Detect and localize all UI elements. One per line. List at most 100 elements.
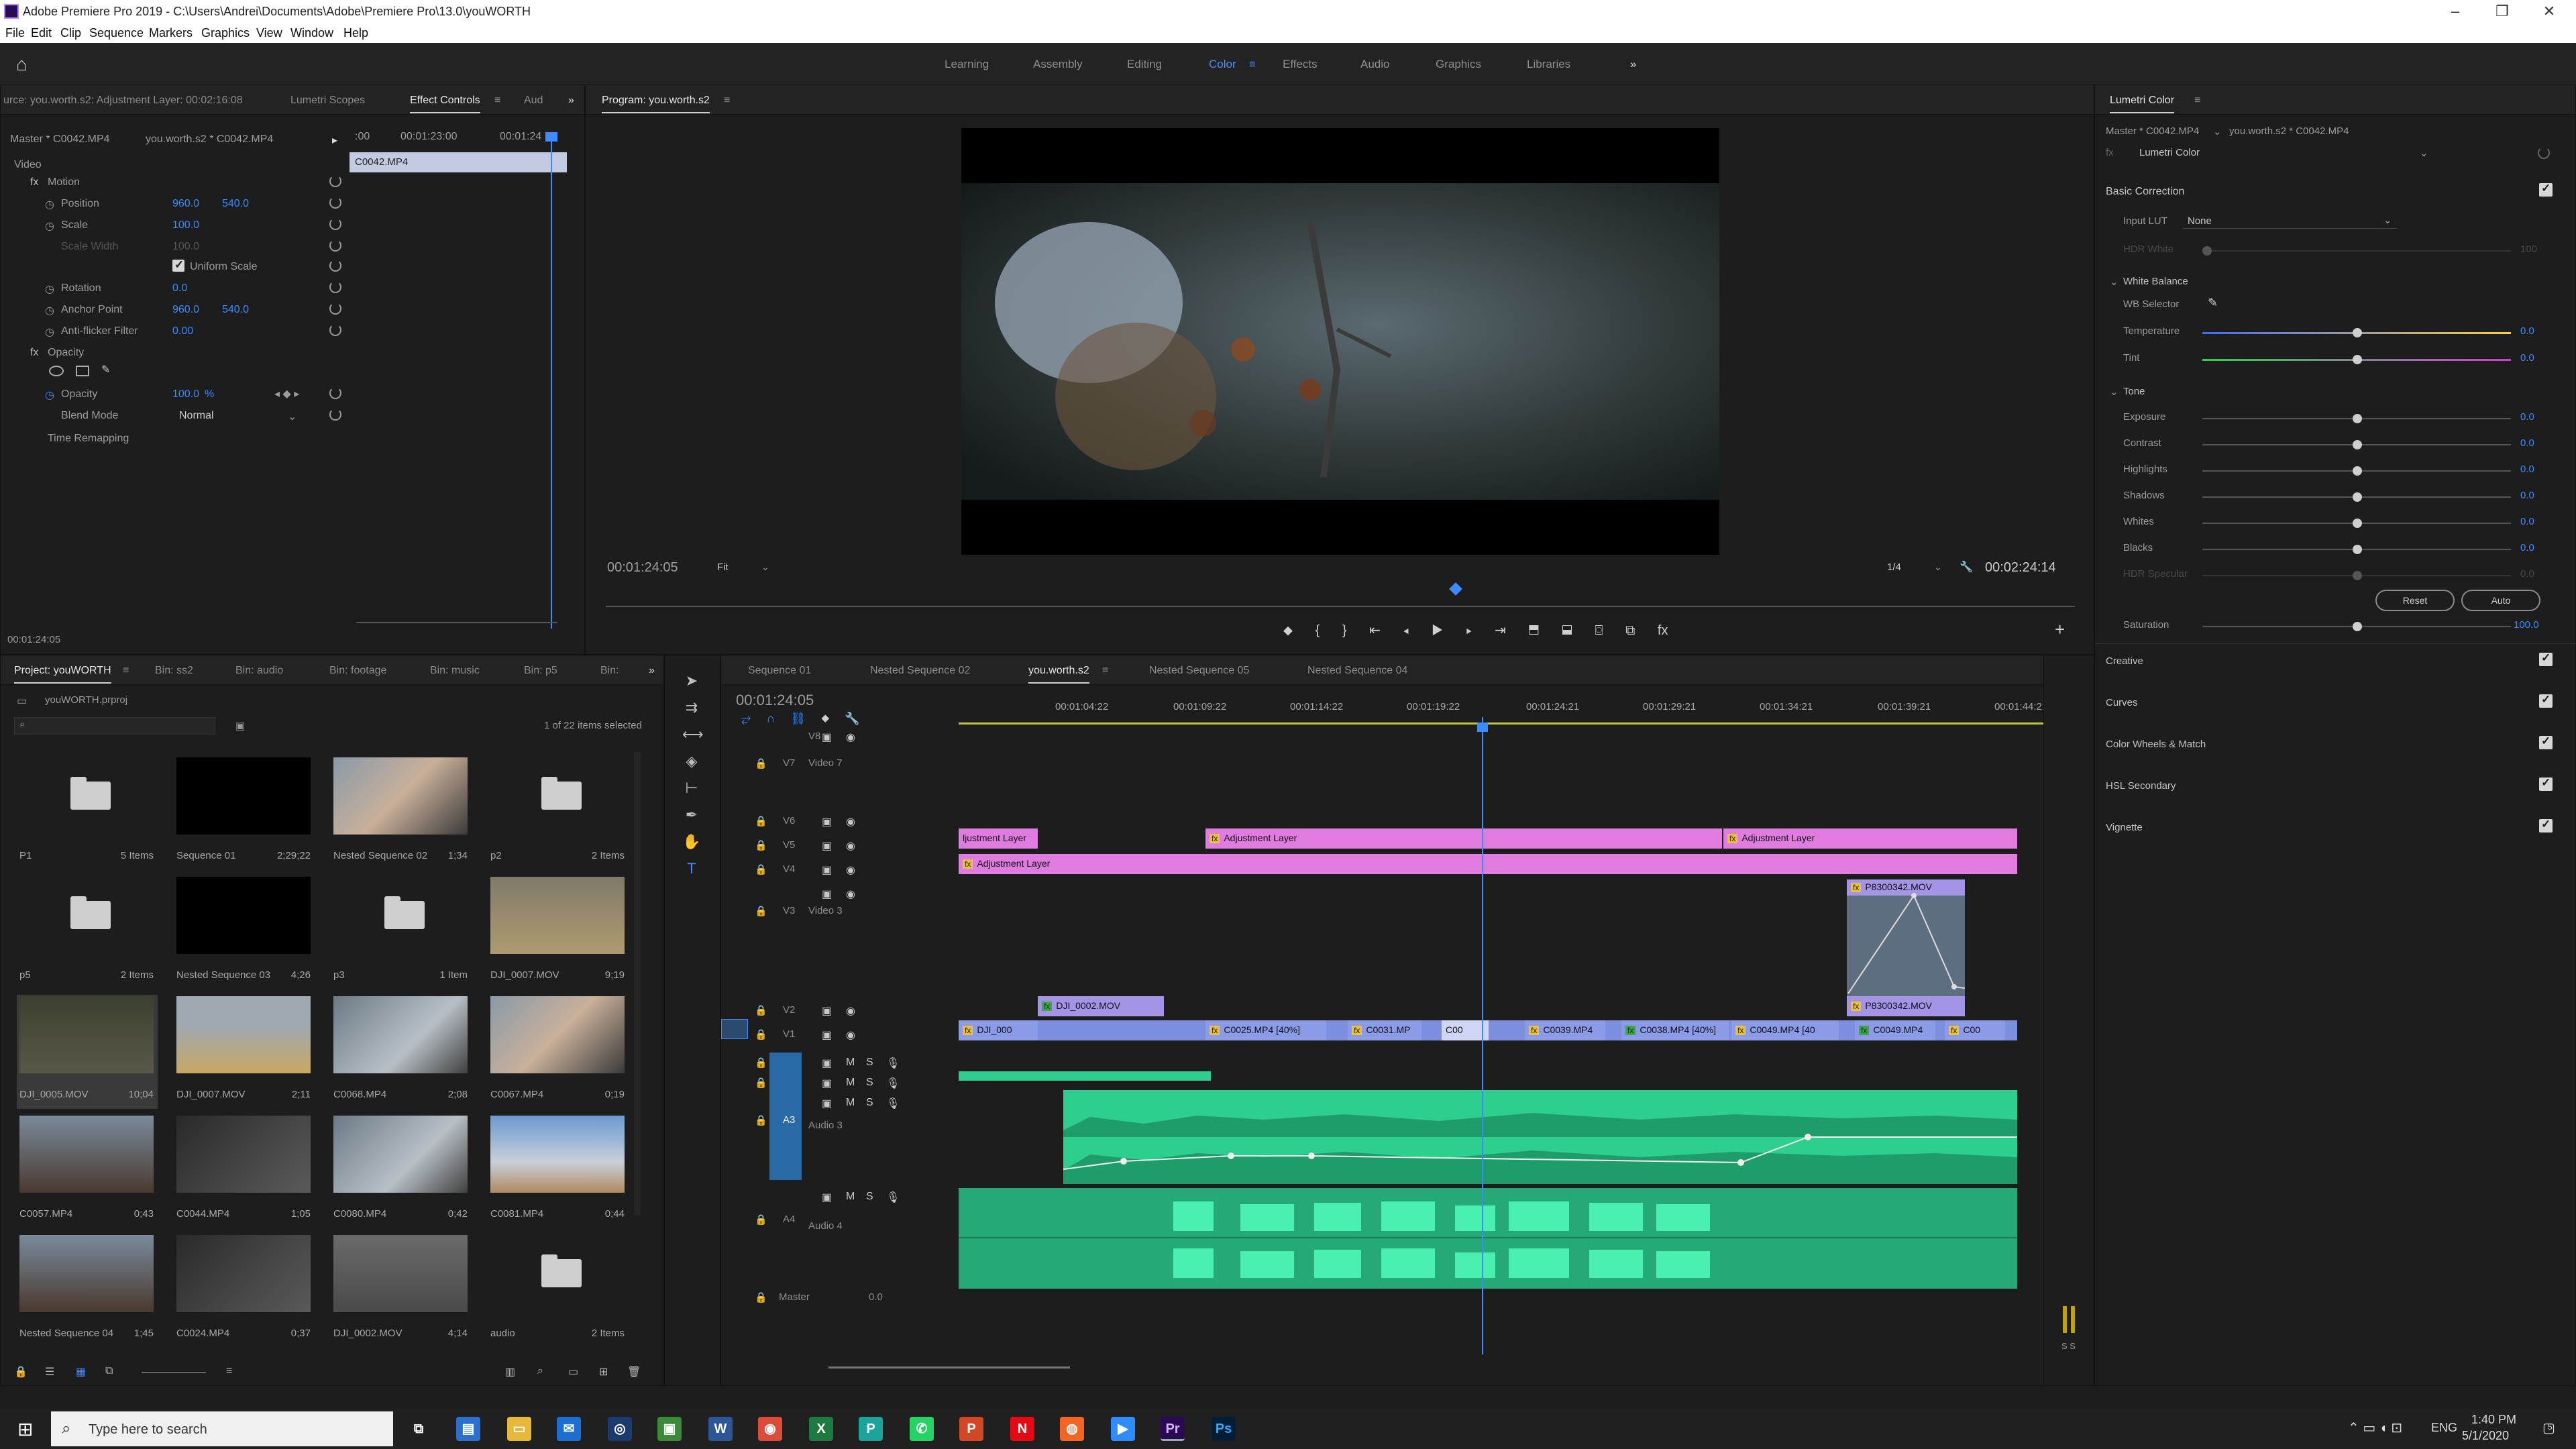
windows-start-icon[interactable]: ⊞ [17, 1418, 33, 1440]
publisher-icon[interactable]: P [859, 1417, 883, 1441]
add-button-icon[interactable]: + [2055, 619, 2065, 640]
input-lut-select[interactable]: None ⌄ [2182, 213, 2397, 229]
reset-icon[interactable] [329, 387, 341, 399]
tab-lumetri-scopes[interactable]: Lumetri Scopes [290, 95, 365, 107]
color-wheels-header[interactable]: Color Wheels & Match [2106, 739, 2206, 750]
panel-more-icon[interactable]: » [568, 95, 574, 107]
premiere-taskbar-icon[interactable]: Pr [1161, 1417, 1185, 1441]
audio-clip-a3[interactable] [1063, 1090, 2017, 1184]
workspace-assembly[interactable]: Assembly [1033, 58, 1083, 71]
store-icon[interactable]: ▤ [456, 1417, 480, 1441]
clip-v1[interactable]: fx C0049.MP4 [40 [1731, 1020, 1839, 1040]
rotation-value[interactable]: 0.0 [172, 282, 187, 294]
project-item[interactable]: Nested Sequence 02 1;34 [331, 756, 472, 870]
selection-tool-icon[interactable]: ➤ [682, 672, 701, 690]
close-button[interactable]: ✕ [2529, 1, 2569, 21]
list-view-icon[interactable]: ☰ [45, 1365, 54, 1379]
master-clip-label[interactable]: Master * C0042.MP4 [10, 133, 110, 146]
keyframe-nav-icon[interactable]: ◂ ◆ ▸ [274, 387, 299, 400]
lock-icon[interactable]: 🔒 [755, 815, 767, 827]
workspace-color[interactable]: Color [1209, 58, 1236, 71]
slip-tool-icon[interactable]: ⊢ [682, 779, 701, 798]
timeline-hscroll[interactable] [828, 1366, 1070, 1368]
hsl-secondary-header[interactable]: HSL Secondary [2106, 780, 2176, 792]
vignette-checkbox[interactable] [2539, 818, 2553, 833]
video-frame[interactable] [961, 128, 1719, 555]
track-v5[interactable]: V5 [783, 839, 795, 851]
solo-icon[interactable]: S [866, 1191, 873, 1203]
vignette-header[interactable]: Vignette [2106, 822, 2143, 833]
timeline-menu-icon[interactable]: ≡ [1102, 665, 1108, 677]
track-v7[interactable]: V7 [783, 757, 795, 769]
project-item[interactable]: DJI_0007.MOV 9;19 [488, 875, 629, 989]
workspace-editing[interactable]: Editing [1127, 58, 1162, 71]
basic-correction-checkbox[interactable] [2539, 182, 2553, 197]
clip-v1[interactable]: fx C0049.MP4 [1855, 1020, 1935, 1040]
project-item[interactable]: Nested Sequence 04 1;45 [17, 1234, 158, 1348]
chevron-down-icon[interactable]: ⌄ [288, 410, 297, 423]
chrome-icon[interactable]: ◉ [758, 1417, 782, 1441]
menu-view[interactable]: View [256, 26, 282, 40]
sync-lock-icon[interactable]: ▣ [822, 815, 832, 828]
netflix-icon[interactable]: N [1010, 1417, 1034, 1441]
clock-time[interactable]: 1:40 PM [2471, 1413, 2516, 1427]
task-view-icon[interactable]: ⧉ [407, 1417, 431, 1441]
reset-icon[interactable] [329, 260, 341, 272]
lock-icon[interactable]: 🔒 [755, 1291, 767, 1303]
clip-v1[interactable]: fx C0039.MP4 [1525, 1020, 1605, 1040]
timeline-tracks[interactable]: ljustment Layer fx Adjustment Layer fx Adj… [959, 717, 2065, 1354]
tab-bin-more[interactable]: Bin: [600, 665, 619, 677]
sync-lock-icon[interactable]: ▣ [822, 839, 832, 853]
eye-icon[interactable]: ◉ [846, 888, 855, 901]
menu-file[interactable]: File [5, 26, 25, 40]
play-clip-icon[interactable]: ▸ [332, 133, 337, 147]
white-balance-header[interactable]: White Balance [2123, 276, 2188, 287]
minimize-button[interactable]: – [2435, 1, 2475, 21]
marker-icon[interactable]: ⬥ [1283, 623, 1293, 638]
mute-icon[interactable]: M [846, 1191, 855, 1203]
step-back-icon[interactable]: ◂ [1403, 623, 1409, 638]
extract-icon[interactable]: ⬓ [1562, 623, 1572, 638]
tone-slider[interactable] [2202, 440, 2511, 449]
export-frame-icon[interactable]: ⌼ [1595, 623, 1603, 638]
go-to-in-icon[interactable]: ⇤ [1369, 623, 1381, 638]
step-forward-icon[interactable]: ▸ [1466, 623, 1472, 638]
tone-slider[interactable] [2202, 519, 2511, 528]
menu-markers[interactable]: Markers [149, 26, 193, 40]
creative-checkbox[interactable] [2539, 651, 2553, 666]
reset-icon[interactable] [329, 197, 341, 209]
eye-icon[interactable]: ◉ [846, 815, 855, 828]
tone-value[interactable]: 0.0 [2520, 464, 2534, 475]
blender-icon[interactable]: ◍ [1060, 1417, 1084, 1441]
position-x[interactable]: 960.0 [172, 198, 199, 210]
project-item[interactable]: C0068.MP4 2;08 [331, 995, 472, 1109]
lock-icon[interactable]: 🔒 [755, 863, 767, 875]
track-select-tool-icon[interactable]: ⇉ [682, 698, 701, 717]
uniform-scale-checkbox[interactable] [172, 258, 184, 272]
microphone-icon[interactable]: 🎙 [886, 1077, 900, 1090]
tone-value[interactable]: 0.0 [2520, 437, 2534, 449]
motion-label[interactable]: Motion [48, 176, 80, 189]
clip-v1[interactable]: fx C0025.MP4 [40%] [1205, 1020, 1326, 1040]
sync-lock-icon[interactable]: ▣ [822, 1191, 832, 1204]
file-explorer-icon[interactable]: ▭ [507, 1417, 531, 1441]
project-item[interactable]: audio 2 Items [488, 1234, 629, 1348]
tone-slider[interactable] [2202, 466, 2511, 476]
project-item[interactable]: p5 2 Items [17, 875, 158, 989]
project-menu-icon[interactable]: ≡ [123, 665, 129, 677]
fit-select[interactable]: Fit [717, 561, 729, 573]
new-bin-icon[interactable]: ▣ [235, 720, 245, 732]
find-icon[interactable]: ⌕ [537, 1365, 543, 1377]
lock-icon[interactable]: 🔒 [755, 1077, 767, 1089]
tone-value[interactable]: 0.0 [2520, 542, 2534, 553]
tint-slider[interactable] [2202, 355, 2511, 364]
lock-icon[interactable]: 🔒 [755, 839, 767, 851]
ec-zoom-scrollbar[interactable] [356, 622, 557, 623]
slider-knob[interactable] [2353, 492, 2362, 502]
reset-icon[interactable] [329, 239, 341, 252]
chevron-down-icon[interactable]: ⌄ [2420, 147, 2428, 159]
project-item[interactable]: C0057.MP4 0;43 [17, 1114, 158, 1228]
saturation-slider[interactable] [2202, 622, 2511, 631]
temperature-slider[interactable] [2202, 328, 2511, 337]
slider-knob[interactable] [2353, 414, 2362, 423]
